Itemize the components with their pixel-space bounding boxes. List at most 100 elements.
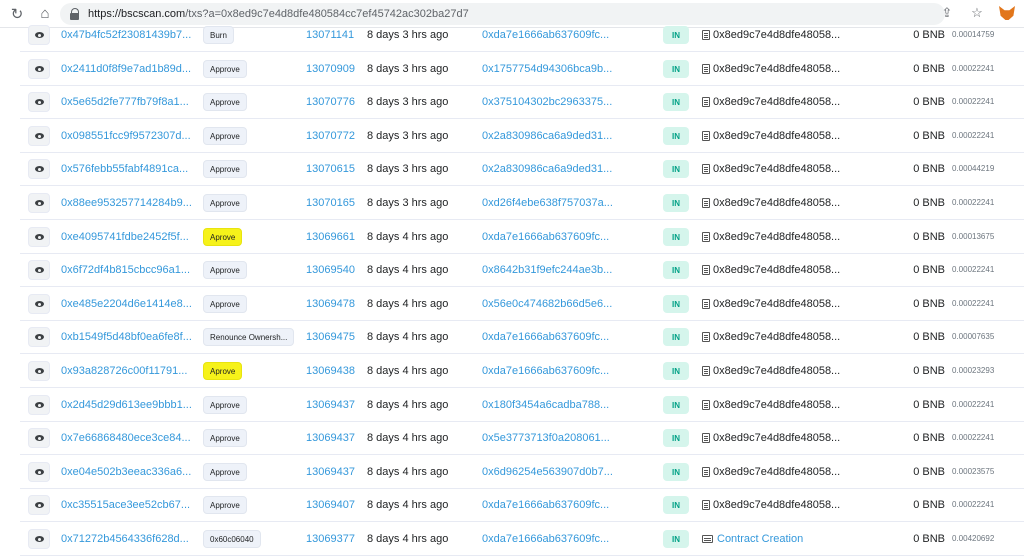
view-details-button[interactable]: [28, 294, 50, 314]
view-details-button[interactable]: [28, 428, 50, 448]
direction-badge: IN: [663, 261, 689, 279]
from-address-link[interactable]: 0xda7e1666ab637609fc...: [482, 488, 612, 521]
to-address[interactable]: Contract Creation: [702, 522, 862, 555]
block-link[interactable]: 13070165: [306, 186, 362, 219]
block-link[interactable]: 13069437: [306, 455, 362, 488]
tx-hash-link[interactable]: 0x576febb55fabf4891ca...: [61, 152, 199, 185]
eye-icon: [34, 469, 44, 475]
block-link[interactable]: 13069437: [306, 421, 362, 454]
tx-hash-link[interactable]: 0xe485e2204d6e1414e8...: [61, 287, 199, 320]
tx-hash-link[interactable]: 0x7e66868480ece3ce84...: [61, 421, 199, 454]
txn-fee-text: 0.00044219: [952, 164, 995, 173]
view-details-button[interactable]: [28, 92, 50, 112]
txn-fee-text: 0.00420692: [952, 534, 995, 543]
block-link[interactable]: 13069437: [306, 388, 362, 421]
from-address-link[interactable]: 0x5e3773713f0a208061...: [482, 421, 612, 454]
to-address: 0x8ed9c7e4d8dfe48058...: [702, 186, 862, 219]
tx-hash-link[interactable]: 0x2411d0f8f9e7ad1b89d...: [61, 52, 199, 85]
tx-hash-link[interactable]: 0x6f72df4b815cbcc96a1...: [61, 253, 199, 286]
contract-file-icon: [702, 264, 710, 275]
direction-badge: IN: [663, 60, 689, 78]
view-details-button[interactable]: [28, 260, 50, 280]
from-address-link[interactable]: 0x2a830986ca6a9ded31...: [482, 119, 612, 152]
direction-badge: IN: [663, 160, 689, 178]
txn-fee-text: 0.00022241: [952, 500, 995, 509]
from-address-link[interactable]: 0xda7e1666ab637609fc...: [482, 354, 612, 387]
block-link[interactable]: 13069540: [306, 253, 362, 286]
from-address-link[interactable]: 0x56e0c474682b66d5e6...: [482, 287, 612, 320]
table-row: 0xe485e2204d6e1414e8... Approve 13069478 8 …: [20, 287, 1024, 321]
to-address-text: 0x8ed9c7e4d8dfe48058...: [713, 330, 841, 343]
txn-fee-text: 0.00023575: [952, 467, 995, 476]
tx-hash-link[interactable]: 0xe4095741fdbe2452f5f...: [61, 220, 199, 253]
tx-hash-link[interactable]: 0x5e65d2fe777fb79f8a1...: [61, 85, 199, 118]
to-address-text: 0x8ed9c7e4d8dfe48058...: [713, 162, 841, 175]
from-address-link[interactable]: 0xda7e1666ab637609fc...: [482, 522, 612, 555]
direction-badge: IN: [663, 295, 689, 313]
value-text: 0 BNB: [913, 465, 945, 478]
table-row: 0x7e66868480ece3ce84... Approve 13069437 8 …: [20, 421, 1024, 455]
block-link[interactable]: 13069475: [306, 320, 362, 353]
from-address-link[interactable]: 0xda7e1666ab637609fc...: [482, 320, 612, 353]
tx-hash-link[interactable]: 0x098551fcc9f9572307d...: [61, 119, 199, 152]
view-details-button[interactable]: [28, 159, 50, 179]
from-address-link[interactable]: 0x8642b31f9efc244ae3b...: [482, 253, 612, 286]
contract-file-icon: [702, 231, 710, 242]
from-address-link[interactable]: 0xd26f4ebe638f757037a...: [482, 186, 612, 219]
from-address-link[interactable]: 0xda7e1666ab637609fc...: [482, 18, 612, 51]
view-details-button[interactable]: [28, 25, 50, 45]
view-details-button[interactable]: [28, 395, 50, 415]
from-address-link[interactable]: 0xda7e1666ab637609fc...: [482, 220, 612, 253]
from-address-link[interactable]: 0x375104302bc2963375...: [482, 85, 612, 118]
block-link[interactable]: 13069478: [306, 287, 362, 320]
table-row: 0xe04e502b3eeac336a6... Approve 13069437 8 …: [20, 455, 1024, 489]
direction-badge: IN: [663, 26, 689, 44]
from-address-link[interactable]: 0x1757754d94306bca9b...: [482, 52, 612, 85]
view-details-button[interactable]: [28, 126, 50, 146]
method-badge: Renounce Ownersh...: [203, 328, 295, 346]
tx-hash-link[interactable]: 0x71272b4564336f628d...: [61, 522, 199, 555]
view-details-button[interactable]: [28, 327, 50, 347]
view-details-button[interactable]: [28, 462, 50, 482]
tx-hash-link[interactable]: 0x88ee953257714284b9...: [61, 186, 199, 219]
tx-hash-link[interactable]: 0xb1549f5d48bf0ea6fe8f...: [61, 320, 199, 353]
view-details-button[interactable]: [28, 227, 50, 247]
to-address: 0x8ed9c7e4d8dfe48058...: [702, 119, 862, 152]
to-address-text: 0x8ed9c7e4d8dfe48058...: [713, 129, 841, 142]
from-address-link[interactable]: 0x2a830986ca6a9ded31...: [482, 152, 612, 185]
to-address: 0x8ed9c7e4d8dfe48058...: [702, 253, 862, 286]
view-details-button[interactable]: [28, 529, 50, 549]
from-address-link[interactable]: 0x180f3454a6cadba788...: [482, 388, 612, 421]
tx-hash-link[interactable]: 0x93a828726c00f11791...: [61, 354, 199, 387]
block-link[interactable]: 13070776: [306, 85, 362, 118]
block-link[interactable]: 13069661: [306, 220, 362, 253]
table-row: 0x93a828726c00f11791... Aprove 13069438 8 d…: [20, 354, 1024, 388]
txn-fee-text: 0.00023293: [952, 366, 995, 375]
tx-hash-link[interactable]: 0xc35515ace3ee52cb67...: [61, 488, 199, 521]
txn-fee-text: 0.00014759: [952, 30, 995, 39]
value-text: 0 BNB: [913, 62, 945, 75]
view-details-button[interactable]: [28, 361, 50, 381]
tx-hash-link[interactable]: 0x2d45d29d613ee9bbb1...: [61, 388, 199, 421]
block-link[interactable]: 13069377: [306, 522, 362, 555]
block-link[interactable]: 13071141: [306, 18, 362, 51]
from-address-link[interactable]: 0x6d96254e563907d0b7...: [482, 455, 612, 488]
view-details-button[interactable]: [28, 59, 50, 79]
block-link[interactable]: 13070909: [306, 52, 362, 85]
eye-icon: [34, 368, 44, 374]
block-link[interactable]: 13070615: [306, 152, 362, 185]
age-text: 8 days 3 hrs ago: [367, 95, 449, 108]
table-row: 0x6f72df4b815cbcc96a1... Approve 13069540 8…: [20, 253, 1024, 287]
block-link[interactable]: 13069407: [306, 488, 362, 521]
tx-hash-link[interactable]: 0xe04e502b3eeac336a6...: [61, 455, 199, 488]
block-link[interactable]: 13069438: [306, 354, 362, 387]
contract-file-icon: [702, 298, 710, 309]
to-address: 0x8ed9c7e4d8dfe48058...: [702, 354, 862, 387]
view-details-button[interactable]: [28, 193, 50, 213]
view-details-button[interactable]: [28, 495, 50, 515]
eye-icon: [34, 166, 44, 172]
contract-creation-icon: [702, 534, 713, 543]
value-text: 0 BNB: [913, 364, 945, 377]
block-link[interactable]: 13070772: [306, 119, 362, 152]
tx-hash-link[interactable]: 0x47b4fc52f23081439b7...: [61, 18, 199, 51]
